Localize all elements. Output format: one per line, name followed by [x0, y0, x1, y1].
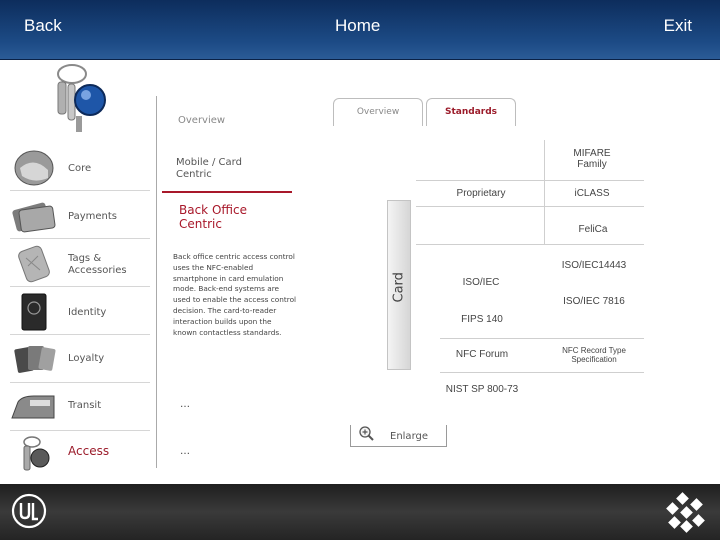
top-navigation-bar: Back Home Exit [0, 0, 720, 60]
zoom-in-icon [359, 426, 374, 441]
standard-fips-140[interactable]: FIPS 140 [456, 314, 508, 325]
standard-nist-sp-800-73[interactable]: NIST SP 800-73 [440, 384, 524, 395]
divider-line [416, 180, 644, 181]
sidebar-item-label: Identity [68, 307, 107, 318]
sidebar-item-transit[interactable]: Transit [0, 386, 152, 430]
standard-iclass[interactable]: iCLASS [566, 188, 618, 199]
more-link[interactable]: … [180, 446, 190, 457]
train-icon [11, 395, 55, 419]
divider-line [440, 338, 644, 339]
overview-link[interactable]: Overview [178, 115, 225, 126]
sidebar-item-label: Transit [68, 400, 102, 411]
sidebar-item-identity[interactable]: Identity [0, 290, 152, 334]
standard-nfc-record-type[interactable]: NFC Record Type Specification [556, 346, 632, 364]
sidebar-divider [10, 190, 150, 191]
brand-logo-icon [666, 492, 705, 533]
standard-iso-iec-14443[interactable]: ISO/IEC14443 [556, 260, 632, 271]
more-link[interactable]: … [180, 399, 190, 410]
sidebar-item-access[interactable]: Access [0, 432, 152, 476]
standard-iso-iec-7816[interactable]: ISO/IEC 7816 [558, 296, 630, 307]
sidebar-item-tags-accessories[interactable]: Tags & Accessories [0, 242, 152, 286]
sidebar-divider [10, 334, 150, 335]
tab-overview[interactable]: Overview [333, 98, 423, 126]
sidebar-divider [10, 238, 150, 239]
passport-icon [21, 293, 47, 331]
sidebar-item-payments[interactable]: Payments [0, 194, 152, 238]
home-button[interactable]: Home [335, 16, 380, 36]
helmet-icon [14, 150, 54, 186]
tab-standards[interactable]: Standards [426, 98, 516, 126]
back-office-centric-title: Back Office Centric [179, 203, 247, 231]
standard-mifare-family[interactable]: MIFARE Family [566, 148, 618, 170]
key-icon [23, 436, 50, 471]
sidebar-divider [10, 430, 150, 431]
column-divider [156, 96, 157, 468]
description-text: Back office centric access control uses … [173, 252, 297, 337]
standard-felica[interactable]: FeliCa [570, 224, 616, 235]
keys-icon [57, 64, 106, 132]
divider-line [544, 140, 545, 244]
bottom-bar [0, 484, 720, 540]
mobile-card-centric-link[interactable]: Mobile / Card Centric [176, 157, 276, 181]
divider-line [416, 244, 644, 245]
sidebar-item-loyalty[interactable]: Loyalty [0, 338, 152, 382]
ul-logo-icon [11, 493, 47, 529]
divider-line [416, 206, 644, 207]
sidebar-item-label: Payments [68, 211, 117, 222]
standard-proprietary[interactable]: Proprietary [448, 188, 514, 199]
sidebar-item-label: Access [68, 444, 110, 458]
back-button[interactable]: Back [24, 16, 62, 36]
tag-icon [18, 245, 50, 283]
enlarge-label: Enlarge [390, 431, 428, 442]
sidebar-item-label: Tags & Accessories [68, 253, 127, 276]
standard-iso-iec[interactable]: ISO/IEC [456, 277, 506, 288]
credit-cards-icon [12, 202, 56, 233]
standard-nfc-forum[interactable]: NFC Forum [450, 349, 514, 360]
card-label: Card [391, 272, 407, 303]
sidebar-item-core[interactable]: Core [0, 146, 152, 190]
sidebar-divider [10, 382, 150, 383]
sidebar-item-label: Core [68, 163, 92, 174]
sidebar-divider [10, 286, 150, 287]
divider-line [440, 372, 644, 373]
exit-button[interactable]: Exit [664, 16, 692, 36]
sidebar-item-label: Loyalty [68, 353, 105, 364]
loyalty-cards-icon [14, 346, 56, 373]
selection-underline [162, 191, 292, 193]
